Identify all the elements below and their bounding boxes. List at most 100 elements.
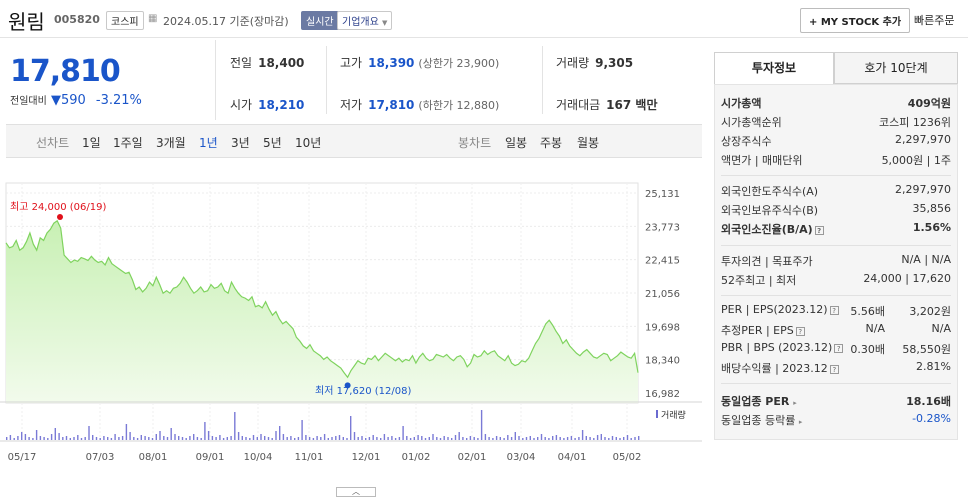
volume-bar [245,437,247,440]
volume-bar [376,437,378,440]
invest-tabs: 투자정보 호가 10단계 [714,52,958,84]
row-industry-change[interactable]: 동일업종 등락률 ▸ -0.28% [721,412,951,430]
realtime-button[interactable]: 실시간 [301,11,339,30]
divider [721,383,951,384]
help-icon[interactable]: ? [829,305,839,315]
stat-prev-label: 전일 [230,56,253,70]
stat-amount: 거래대금 167 백만 [556,96,657,113]
stat-low-label: 저가 [340,98,363,112]
value: N/A [931,322,951,335]
volume-bar [492,438,494,440]
tab-3y[interactable]: 3년 [231,134,250,151]
help-icon[interactable]: ? [814,225,824,235]
volume-bar [69,438,71,440]
volume-bar [155,434,157,440]
volume-bar [394,438,397,440]
volume-bar [279,426,281,440]
tab-daily[interactable]: 일봉 [505,134,527,151]
volume-bar [47,438,49,440]
tab-orderbook[interactable]: 호가 10단계 [834,52,958,84]
volume-bar [514,432,516,440]
price-chart[interactable]: 25,131 23,773 22,415 21,056 19,698 18,340 16,9… [0,160,702,490]
help-icon[interactable]: ? [795,326,805,336]
volume-bar [174,434,176,440]
tab-3m[interactable]: 3개월 [156,134,186,151]
mystock-add-button[interactable]: + MY STOCK 추가 [800,8,911,33]
divider [721,245,951,246]
volume-bar [148,437,150,440]
help-icon[interactable]: ? [829,364,839,374]
volume-bar [402,426,404,440]
volume-bar [301,420,303,440]
volume-bar [178,436,180,440]
volume-bar [6,437,8,440]
volume-bar [200,438,202,440]
volume-bar [58,433,60,440]
volume-bar [342,437,344,440]
x-tick-label: 10/04 [244,452,273,463]
change-amount: 590 [60,93,86,108]
label: 배당수익률 | 2023.12 [721,362,828,375]
volume-bar [600,434,602,440]
chevron-right-icon: ▸ [798,418,803,426]
volume-bar [65,436,68,440]
label: 외국인한도주식수(A) [721,185,819,198]
tab-weekly[interactable]: 주봉 [540,134,562,151]
volume-bar [88,426,90,440]
label: 동일업종 등락률 [721,414,796,427]
tab-1d[interactable]: 1일 [82,134,101,151]
tab-invest-info[interactable]: 투자정보 [714,52,834,84]
volume-bar [525,437,528,440]
volume-bar [323,434,326,440]
volume-bar [398,437,401,440]
volume-bar [466,438,468,440]
row-52w: 52주최고 | 최저 24,000 | 17,620 [721,272,951,290]
volume-bar [619,438,621,440]
volume-bar [409,438,412,440]
collapse-chart-button[interactable]: ︿ [336,487,376,497]
line-chart-label: 선차트 [36,136,70,150]
volume-bar [346,438,348,440]
price-chart-svg: 25,131 23,773 22,415 21,056 19,698 18,340 16,9… [0,182,702,463]
tab-1y[interactable]: 1년 [199,134,218,151]
volume-bar [615,437,617,440]
value: -0.28% [912,412,951,425]
value: N/A [865,322,885,335]
volume-bar [84,437,86,440]
volume-bar [92,435,94,440]
volume-bar [219,435,221,440]
row-dividend: 배당수익률 | 2023.12? 2.81% [721,360,951,378]
tab-monthly[interactable]: 월봉 [577,134,599,151]
y-tick-label: 25,131 [645,189,680,200]
volume-bar [215,437,217,440]
tab-1w[interactable]: 1주일 [113,134,143,151]
volume-bar [13,438,15,440]
label: 동일업종 PER [721,395,790,408]
company-info-label: 기업개요 [342,17,379,28]
label: 외국인보유주식수(B) [721,204,819,217]
volume-bar [566,437,569,440]
change-label: 전일대비 [10,96,47,107]
volume-bar [327,438,329,440]
chart-period-tabs: 선차트 1일 1주일 3개월 1년 3년 5년 10년 봉차트 일봉 주봉 월봉 [6,124,702,158]
volume-bar [368,437,371,440]
row-foreign-ratio: 외국인소진율(B/A)? 1.56% [721,221,951,239]
x-tick-label: 05/02 [613,452,642,463]
company-info-dropdown[interactable]: 기업개요 ▼ [337,11,393,30]
value: 58,550원 [902,343,951,356]
volume-bar [439,438,442,440]
help-icon[interactable]: ? [834,343,844,353]
tab-5y[interactable]: 5년 [263,134,282,151]
volume-bar [540,434,543,440]
tab-10y[interactable]: 10년 [295,134,321,151]
volume-bar [230,436,232,440]
volume-bar [593,438,595,440]
stock-header: 원림 005820 코스피 ▦ 2024.05.17 기준(장마감) 실시간 기… [0,0,968,38]
volume-bar [533,438,535,440]
volume-bar [488,437,490,440]
volume-bar [125,424,128,440]
quick-order-link[interactable]: 빠른주문 [914,12,954,28]
volume-bar [166,437,169,440]
calendar-icon: ▦ [148,13,158,24]
row-industry-per[interactable]: 동일업종 PER ▸ 18.16배 [721,393,951,411]
